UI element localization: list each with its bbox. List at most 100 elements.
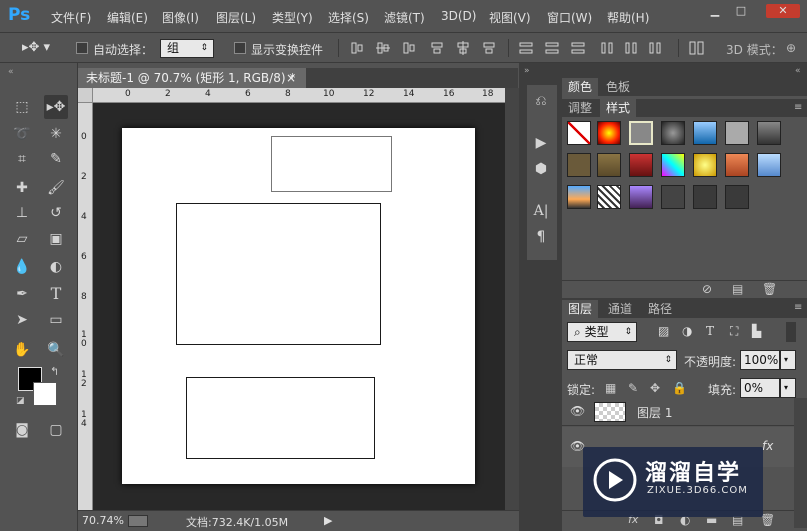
- style-swatch[interactable]: [629, 153, 653, 177]
- menu-file[interactable]: 文件(F): [51, 9, 91, 26]
- panel-menu-icon[interactable]: ≡: [794, 102, 802, 113]
- menu-window[interactable]: 窗口(W): [547, 9, 592, 26]
- collapse-arrows-icon[interactable]: «: [795, 66, 801, 76]
- lock-position-icon[interactable]: ✥: [650, 381, 660, 395]
- paragraph-panel-icon[interactable]: ¶: [529, 225, 553, 249]
- style-swatch[interactable]: [661, 185, 685, 209]
- distribute-icons-group[interactable]: [518, 41, 668, 55]
- auto-align-icon[interactable]: [689, 41, 705, 55]
- filter-smart-object-icon[interactable]: ▙: [752, 324, 761, 338]
- filter-image-icon[interactable]: ▨: [658, 324, 669, 338]
- opacity-input[interactable]: 100%: [740, 350, 780, 370]
- tab-channels[interactable]: 通道: [602, 300, 638, 318]
- move-tool-preset-icon[interactable]: ▸✥ ▾: [22, 40, 50, 55]
- tab-color[interactable]: 颜色: [562, 78, 599, 96]
- magic-wand-tool-icon[interactable]: ✳: [44, 122, 68, 146]
- document-close-icon[interactable]: ×: [286, 68, 296, 88]
- style-swatch[interactable]: [725, 185, 749, 209]
- collapse-arrows-icon[interactable]: «: [8, 67, 14, 77]
- layer-filter-dropdown[interactable]: ⌕ 类型 ⇕: [567, 322, 637, 342]
- marquee-tool-icon[interactable]: ⬚: [10, 95, 34, 119]
- menu-layer[interactable]: 图层(L): [216, 9, 256, 26]
- style-swatch[interactable]: [597, 185, 621, 209]
- style-swatch[interactable]: [661, 153, 685, 177]
- crop-tool-icon[interactable]: ⌗: [10, 147, 34, 171]
- 3d-panel-icon[interactable]: ⬢: [529, 157, 553, 181]
- style-swatch[interactable]: [629, 185, 653, 209]
- tab-paths[interactable]: 路径: [642, 300, 678, 318]
- menu-edit[interactable]: 编辑(E): [107, 9, 148, 26]
- menu-type[interactable]: 类型(Y): [272, 9, 313, 26]
- blend-mode-dropdown[interactable]: 正常 ⇕: [567, 350, 677, 370]
- background-color-swatch[interactable]: [33, 382, 57, 406]
- style-swatch-none[interactable]: [567, 121, 591, 145]
- actions-panel-icon[interactable]: ▶: [529, 131, 553, 155]
- canvas[interactable]: [122, 128, 475, 484]
- layer-effects-icon[interactable]: fx: [762, 439, 773, 453]
- 3d-orbit-icon[interactable]: ⊕: [786, 41, 796, 55]
- history-panel-icon[interactable]: ⎌: [529, 89, 553, 113]
- clone-stamp-tool-icon[interactable]: ⊥: [10, 201, 34, 225]
- zoom-tool-icon[interactable]: 🔍: [44, 338, 68, 362]
- visibility-eye-icon[interactable]: 👁: [570, 404, 585, 418]
- status-preview-icon[interactable]: [128, 515, 148, 527]
- move-tool-icon[interactable]: ▸✥: [44, 95, 68, 119]
- trash-icon[interactable]: 🗑: [762, 282, 777, 296]
- style-swatch[interactable]: [597, 153, 621, 177]
- character-panel-icon[interactable]: A|: [529, 199, 553, 223]
- rectangle-shape[interactable]: [271, 136, 392, 192]
- rectangle-tool-icon[interactable]: ▭: [44, 308, 68, 332]
- gradient-tool-icon[interactable]: ▣: [44, 227, 68, 251]
- filter-toggle[interactable]: [786, 322, 796, 342]
- status-arrow-icon[interactable]: ▶: [324, 514, 332, 527]
- align-icons-group[interactable]: [350, 41, 500, 55]
- menu-view[interactable]: 视图(V): [489, 9, 531, 26]
- clear-style-icon[interactable]: ⊘: [702, 282, 712, 296]
- quick-mask-icon[interactable]: ◙: [10, 418, 34, 442]
- layers-scrollbar[interactable]: [794, 398, 807, 528]
- lasso-tool-icon[interactable]: ➰: [10, 122, 34, 146]
- healing-brush-tool-icon[interactable]: ✚: [10, 176, 34, 200]
- tab-swatches[interactable]: 色板: [600, 78, 636, 96]
- screen-mode-icon[interactable]: ▢: [44, 418, 68, 442]
- menu-help[interactable]: 帮助(H): [607, 9, 649, 26]
- vertical-scrollbar[interactable]: [505, 88, 519, 510]
- opacity-dropdown-arrow[interactable]: ▾: [780, 350, 796, 370]
- rectangle-shape[interactable]: [176, 203, 381, 345]
- menu-filter[interactable]: 滤镜(T): [384, 9, 425, 26]
- style-swatch[interactable]: [661, 121, 685, 145]
- blur-tool-icon[interactable]: 💧: [10, 255, 34, 279]
- auto-select-dropdown[interactable]: 组 ⇕: [160, 39, 214, 58]
- style-swatch[interactable]: [757, 153, 781, 177]
- menu-select[interactable]: 选择(S): [328, 9, 369, 26]
- minimize-button[interactable]: ▁: [703, 4, 727, 18]
- style-swatch[interactable]: [567, 153, 591, 177]
- menu-image[interactable]: 图像(I): [162, 9, 199, 26]
- style-swatch[interactable]: [693, 153, 717, 177]
- style-swatch[interactable]: [725, 121, 749, 145]
- style-swatch[interactable]: [693, 121, 717, 145]
- show-transform-checkbox[interactable]: [234, 42, 246, 54]
- lock-all-icon[interactable]: 🔒: [672, 381, 687, 395]
- style-swatch[interactable]: [725, 153, 749, 177]
- maximize-button[interactable]: □: [729, 4, 753, 18]
- history-brush-tool-icon[interactable]: ↺: [44, 201, 68, 225]
- menu-3d[interactable]: 3D(D): [441, 9, 476, 23]
- pen-tool-icon[interactable]: ✒: [10, 282, 34, 306]
- tab-adjustments[interactable]: 调整: [562, 99, 598, 117]
- new-style-icon[interactable]: ▤: [732, 282, 743, 296]
- ruler-origin[interactable]: [78, 88, 93, 103]
- style-swatch[interactable]: [693, 185, 717, 209]
- filter-type-icon[interactable]: T: [706, 324, 714, 338]
- hand-tool-icon[interactable]: ✋: [10, 338, 34, 362]
- panel-menu-icon[interactable]: ≡: [794, 302, 802, 313]
- eyedropper-tool-icon[interactable]: ✎: [44, 147, 68, 171]
- fill-dropdown-arrow[interactable]: ▾: [780, 378, 796, 398]
- fill-input[interactable]: 0%: [740, 378, 780, 398]
- auto-select-checkbox[interactable]: [76, 42, 88, 54]
- eraser-tool-icon[interactable]: ▱: [10, 227, 34, 251]
- swap-colors-icon[interactable]: ↰: [50, 365, 59, 378]
- rectangle-shape[interactable]: [186, 377, 375, 459]
- type-tool-icon[interactable]: T: [44, 282, 68, 306]
- style-swatch-selected[interactable]: [629, 121, 653, 145]
